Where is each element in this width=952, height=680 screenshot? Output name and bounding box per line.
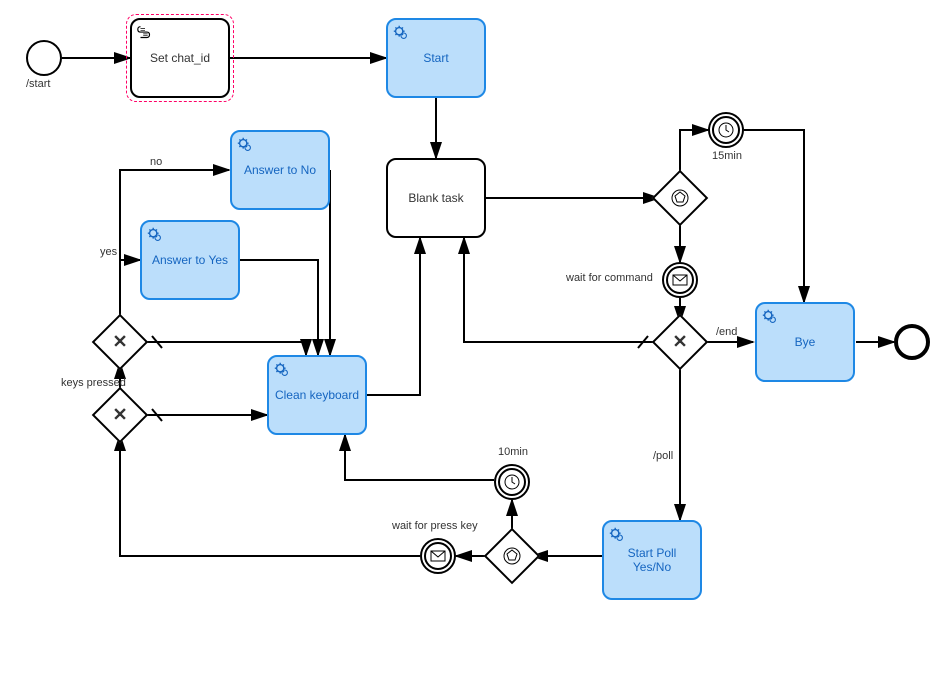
gear-icon bbox=[146, 226, 164, 244]
gear-icon bbox=[761, 308, 779, 326]
task-label: Blank task bbox=[408, 191, 463, 205]
event-gateway-top[interactable] bbox=[660, 178, 700, 218]
task-start-poll[interactable]: Start Poll Yes/No bbox=[602, 520, 702, 600]
start-event[interactable] bbox=[26, 40, 62, 76]
timer-10min[interactable] bbox=[494, 464, 530, 500]
task-label: Start bbox=[423, 51, 448, 65]
event-gateway-bottom[interactable] bbox=[492, 536, 532, 576]
exclusive-gateway-upper[interactable]: ✕ bbox=[100, 322, 140, 362]
clock-icon bbox=[503, 473, 521, 491]
start-event-label: /start bbox=[26, 78, 50, 90]
task-answer-yes[interactable]: Answer to Yes bbox=[140, 220, 240, 300]
timer-10min-label: 10min bbox=[498, 446, 528, 458]
task-blank[interactable]: Blank task bbox=[386, 158, 486, 238]
envelope-icon bbox=[672, 274, 688, 286]
message-wait-command[interactable] bbox=[662, 262, 698, 298]
edge-label-poll: /poll bbox=[653, 450, 673, 462]
timer-15min[interactable] bbox=[708, 112, 744, 148]
message-wait-command-label: wait for command bbox=[566, 272, 653, 284]
task-set-chat-id[interactable]: Set chat_id bbox=[130, 18, 230, 98]
task-label: Clean keyboard bbox=[275, 388, 359, 402]
edge-label-yes: yes bbox=[100, 246, 117, 258]
edge-label-end: /end bbox=[716, 326, 737, 338]
pentagon-icon bbox=[670, 188, 690, 208]
bpmn-canvas: /start Set chat_id Start Answer to No bbox=[0, 0, 952, 680]
task-bye[interactable]: Bye bbox=[755, 302, 855, 382]
task-label: Set chat_id bbox=[150, 51, 210, 65]
gear-icon bbox=[236, 136, 254, 154]
gateway-keys-pressed-label: keys pressed bbox=[61, 377, 126, 389]
edge-label-no: no bbox=[150, 156, 162, 168]
timer-15min-label: 15min bbox=[712, 150, 742, 162]
task-start[interactable]: Start bbox=[386, 18, 486, 98]
task-label: Answer to Yes bbox=[152, 253, 228, 267]
task-answer-no[interactable]: Answer to No bbox=[230, 130, 330, 210]
script-icon bbox=[136, 24, 154, 42]
task-clean-keyboard[interactable]: Clean keyboard bbox=[267, 355, 367, 435]
gear-icon bbox=[273, 361, 291, 379]
task-label: Bye bbox=[795, 335, 816, 349]
clock-icon bbox=[717, 121, 735, 139]
envelope-icon bbox=[430, 550, 446, 562]
gear-icon bbox=[392, 24, 410, 42]
end-event[interactable] bbox=[894, 324, 930, 360]
message-wait-press-key[interactable] bbox=[420, 538, 456, 574]
task-label: Answer to No bbox=[244, 163, 316, 177]
exclusive-gateway-lower[interactable]: ✕ bbox=[100, 395, 140, 435]
gear-icon bbox=[608, 526, 626, 544]
task-label: Start Poll Yes/No bbox=[608, 546, 696, 574]
pentagon-icon bbox=[502, 546, 522, 566]
exclusive-gateway-center[interactable]: ✕ bbox=[660, 322, 700, 362]
message-wait-press-key-label: wait for press key bbox=[392, 520, 478, 532]
